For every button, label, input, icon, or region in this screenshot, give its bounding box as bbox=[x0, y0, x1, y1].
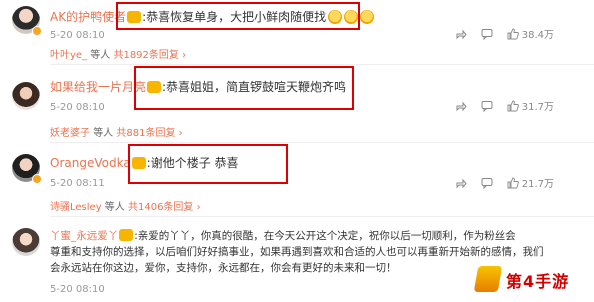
reply-count[interactable]: 共881条回复 bbox=[116, 128, 175, 139]
comment-icon bbox=[481, 28, 493, 40]
share-icon bbox=[456, 101, 467, 111]
timestamp: 5-20 08:10 bbox=[50, 284, 105, 295]
reply-username[interactable]: 叶叶ye_ bbox=[50, 50, 87, 61]
like-count: 38.4万 bbox=[521, 30, 554, 41]
divider bbox=[50, 216, 594, 217]
comment-button[interactable] bbox=[481, 177, 493, 189]
username[interactable]: 如果给我一片月亮 bbox=[50, 80, 146, 94]
chevron-right-icon: › bbox=[178, 128, 183, 139]
like-icon bbox=[507, 28, 519, 39]
chevron-right-icon: › bbox=[196, 202, 201, 213]
like-count: 21.7万 bbox=[521, 179, 554, 190]
share-button[interactable] bbox=[455, 177, 467, 189]
share-icon bbox=[456, 29, 467, 39]
username[interactable]: 丫蜜_永远爱丫 bbox=[50, 230, 118, 242]
action-bar: 38.4万 bbox=[455, 26, 554, 41]
action-bar: 31.7万 bbox=[455, 98, 554, 113]
vip-icon bbox=[119, 229, 134, 241]
reply-count[interactable]: 共1892条回复 bbox=[113, 50, 178, 61]
timestamp: 5-20 08:11 bbox=[50, 178, 105, 189]
like-button[interactable]: 21.7万 bbox=[507, 175, 554, 190]
highlight-box bbox=[134, 66, 354, 110]
username[interactable]: AK的护鸭使者 bbox=[50, 10, 126, 24]
comment-icon bbox=[481, 100, 493, 112]
site-logo: 第4手游 bbox=[473, 266, 590, 296]
comment-text: :亲爱的丫丫，你真的很酷，在今天公开这个决定，祝你以后一切顺利，作为粉丝会 bbox=[134, 230, 516, 242]
comment-text-line: 会永远站在你这边，爱你，支持你，永远都在，你会有更好的未来和一切！ bbox=[50, 262, 397, 274]
reply-summary[interactable]: 叶叶ye_ 等人 共1892条回复 › bbox=[50, 46, 186, 61]
reply-summary[interactable]: 妖老婆子 等人 共881条回复 › bbox=[50, 124, 183, 139]
like-icon bbox=[507, 100, 519, 111]
highlight-box bbox=[116, 2, 360, 30]
reply-text: 等人 bbox=[90, 50, 111, 61]
verified-badge-icon bbox=[32, 174, 42, 184]
like-button[interactable]: 31.7万 bbox=[507, 98, 554, 113]
like-button[interactable]: 38.4万 bbox=[507, 26, 554, 41]
comment-icon bbox=[481, 177, 493, 189]
like-icon bbox=[507, 177, 519, 188]
reply-count[interactable]: 共1406条回复 bbox=[128, 202, 193, 213]
emoji-icon bbox=[360, 10, 375, 24]
share-icon bbox=[456, 178, 467, 188]
username[interactable]: OrangeVodka bbox=[50, 156, 131, 170]
like-count: 31.7万 bbox=[521, 102, 554, 113]
logo-mark-icon bbox=[473, 266, 503, 292]
logo-text: 第4手游 bbox=[506, 272, 570, 291]
reply-username[interactable]: 妖老婆子 bbox=[50, 128, 90, 139]
avatar[interactable] bbox=[12, 228, 40, 256]
reply-text: 等人 bbox=[93, 128, 114, 139]
share-button[interactable] bbox=[455, 100, 467, 112]
reply-username[interactable]: 诗骚Lesley bbox=[50, 202, 102, 213]
timestamp: 5-20 08:10 bbox=[50, 30, 105, 41]
action-bar: 21.7万 bbox=[455, 175, 554, 190]
comment-button[interactable] bbox=[481, 28, 493, 40]
divider bbox=[50, 64, 594, 65]
verified-badge-icon bbox=[32, 26, 42, 36]
share-button[interactable] bbox=[455, 28, 467, 40]
reply-text: 等人 bbox=[104, 202, 125, 213]
avatar[interactable] bbox=[12, 82, 40, 110]
comment-text-line: 尊重和支持你的选择，以后咱们好好搞事业，如果再遇到喜欢和合适的人也可以再重新开始… bbox=[50, 246, 544, 258]
chevron-right-icon: › bbox=[182, 50, 187, 61]
reply-summary[interactable]: 诗骚Lesley 等人 共1406条回复 › bbox=[50, 198, 201, 213]
highlight-box bbox=[128, 144, 288, 184]
timestamp: 5-20 08:10 bbox=[50, 102, 105, 113]
divider bbox=[50, 142, 594, 143]
comment-button[interactable] bbox=[481, 100, 493, 112]
